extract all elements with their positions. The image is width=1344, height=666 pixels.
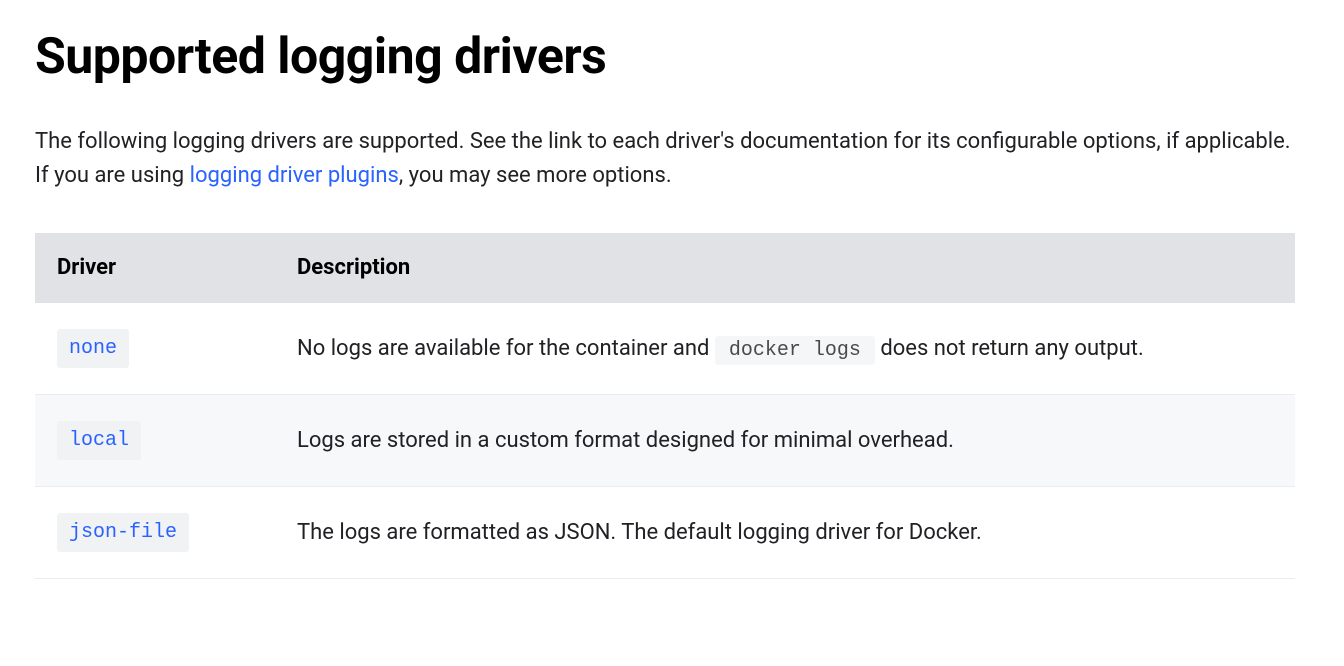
- desc-pre: No logs are available for the container …: [297, 336, 715, 361]
- table-row: local Logs are stored in a custom format…: [35, 395, 1295, 487]
- desc-pre: The logs are formatted as JSON. The defa…: [297, 520, 982, 545]
- table-row: json-file The logs are formatted as JSON…: [35, 487, 1295, 579]
- driver-code: json-file: [57, 513, 189, 552]
- driver-link-local[interactable]: local: [57, 426, 141, 451]
- desc-post: does not return any output.: [875, 336, 1144, 361]
- description-cell: No logs are available for the container …: [275, 303, 1295, 395]
- col-header-description: Description: [275, 233, 1295, 303]
- desc-pre: Logs are stored in a custom format desig…: [297, 428, 954, 453]
- col-header-driver: Driver: [35, 233, 275, 303]
- logging-plugins-link[interactable]: logging driver plugins: [190, 163, 399, 188]
- driver-cell: local: [35, 395, 275, 487]
- description-cell: Logs are stored in a custom format desig…: [275, 395, 1295, 487]
- intro-text-part2: , you may see more options.: [399, 163, 672, 188]
- intro-paragraph: The following logging drivers are suppor…: [35, 125, 1295, 193]
- page-heading: Supported logging drivers: [35, 20, 1309, 95]
- inline-code: docker logs: [715, 336, 875, 365]
- driver-cell: none: [35, 303, 275, 395]
- table-row: none No logs are available for the conta…: [35, 303, 1295, 395]
- driver-code: local: [57, 421, 141, 460]
- driver-cell: json-file: [35, 487, 275, 579]
- description-cell: The logs are formatted as JSON. The defa…: [275, 487, 1295, 579]
- driver-link-json-file[interactable]: json-file: [57, 518, 189, 543]
- driver-code: none: [57, 329, 129, 368]
- driver-link-none[interactable]: none: [57, 334, 129, 359]
- drivers-table: Driver Description none No logs are avai…: [35, 233, 1295, 579]
